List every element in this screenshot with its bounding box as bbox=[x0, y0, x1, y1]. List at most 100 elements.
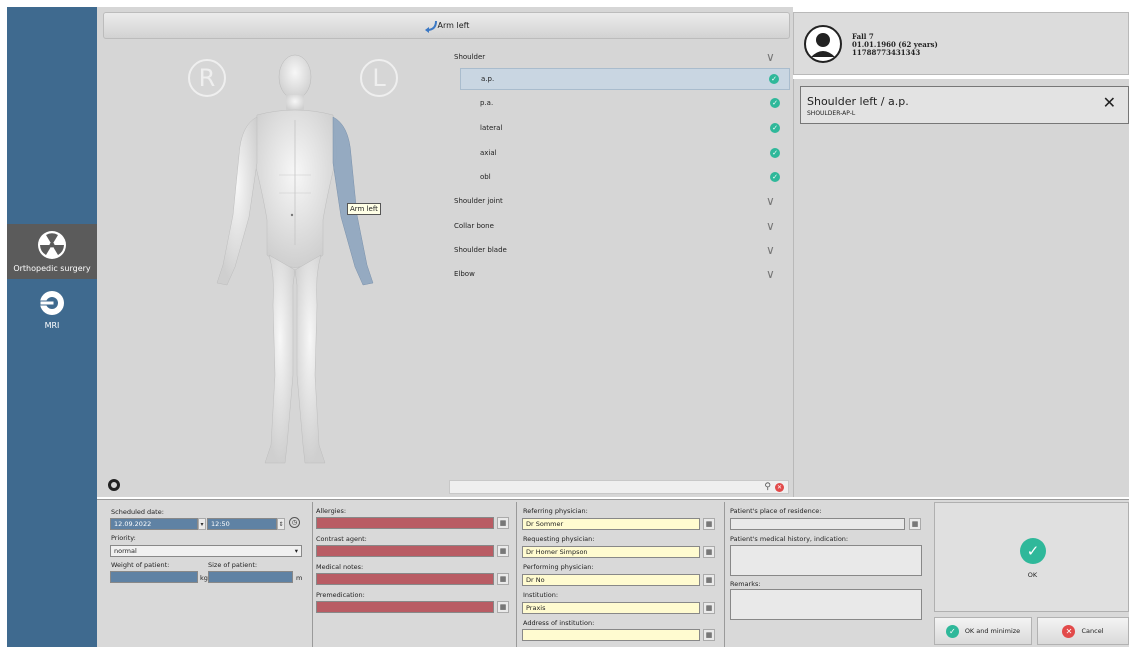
picker-icon[interactable]: ▦ bbox=[497, 601, 509, 613]
chevron-down-icon[interactable]: ∨ bbox=[766, 50, 780, 64]
exam-title: Shoulder left / a.p. bbox=[807, 95, 909, 108]
size-label: Size of patient: bbox=[208, 561, 258, 569]
picker-icon[interactable]: ▦ bbox=[703, 574, 715, 586]
list-item[interactable]: a.p. ✓ bbox=[460, 68, 790, 90]
requesting-physician-label: Requesting physician: bbox=[523, 535, 595, 543]
scheduled-date-label: Scheduled date: bbox=[111, 508, 164, 516]
return-arrow-icon bbox=[424, 20, 437, 33]
premedication-field[interactable] bbox=[316, 601, 494, 613]
referring-physician-label: Referring physician: bbox=[523, 507, 588, 515]
list-item[interactable]: Shoulder ∨ bbox=[447, 46, 790, 68]
weight-unit: kg bbox=[200, 574, 208, 582]
list-item-label: Elbow bbox=[454, 270, 475, 278]
remarks-field[interactable] bbox=[730, 589, 922, 620]
picker-icon[interactable]: ▦ bbox=[703, 546, 715, 558]
divider bbox=[516, 502, 517, 647]
body-figure[interactable] bbox=[195, 45, 395, 475]
referring-physician-field[interactable]: Dr Sommer bbox=[522, 518, 700, 530]
weight-field[interactable] bbox=[110, 571, 198, 583]
list-item[interactable]: Shoulder joint ∨ bbox=[447, 190, 790, 212]
sidebar: Orthopedic surgery MRI bbox=[7, 7, 97, 647]
list-item-label: axial bbox=[480, 149, 497, 157]
performing-physician-field[interactable]: Dr No bbox=[522, 574, 700, 586]
patient-card: Fall 7 01.01.1960 (62 years) 11788773431… bbox=[793, 12, 1129, 75]
allergies-label: Allergies: bbox=[316, 507, 347, 515]
picker-icon[interactable]: ▦ bbox=[703, 602, 715, 614]
clock-icon[interactable]: ◷ bbox=[289, 517, 300, 528]
scheduled-time-field[interactable]: 12:50 bbox=[207, 518, 277, 530]
medical-notes-field[interactable] bbox=[316, 573, 494, 585]
chevron-down-icon[interactable]: ∨ bbox=[766, 194, 780, 208]
scheduled-date-field[interactable]: 12.09.2022 bbox=[110, 518, 198, 530]
list-item-label: Shoulder blade bbox=[454, 246, 507, 254]
region-header-title: Arm left bbox=[437, 21, 470, 30]
divider bbox=[724, 502, 725, 647]
exam-card[interactable]: Shoulder left / a.p. SHOULDER-AP-L ✕ bbox=[800, 86, 1129, 124]
institution-address-field[interactable] bbox=[522, 629, 700, 641]
contrast-agent-label: Contrast agent: bbox=[316, 535, 367, 543]
medical-history-field[interactable] bbox=[730, 545, 922, 576]
size-field[interactable] bbox=[208, 571, 293, 583]
cancel-label: Cancel bbox=[1081, 627, 1104, 635]
check-icon: ✓ bbox=[769, 74, 779, 84]
sidebar-item-orthopedic-surgery[interactable]: Orthopedic surgery bbox=[7, 224, 97, 279]
residence-field[interactable] bbox=[730, 518, 905, 530]
exam-code: SHOULDER-AP-L bbox=[807, 110, 856, 117]
cancel-icon: ✕ bbox=[1062, 624, 1076, 638]
list-item[interactable]: Elbow ∨ bbox=[447, 263, 790, 285]
list-item[interactable]: lateral ✓ bbox=[460, 117, 790, 139]
picker-icon[interactable]: ▦ bbox=[497, 517, 509, 529]
close-icon[interactable]: ✕ bbox=[1103, 95, 1116, 111]
list-item-label: p.a. bbox=[480, 99, 494, 107]
sidebar-item-label: MRI bbox=[44, 321, 60, 330]
record-icon[interactable] bbox=[108, 479, 120, 491]
cancel-button[interactable]: ✕ Cancel bbox=[1037, 617, 1129, 645]
chevron-down-icon[interactable]: ∨ bbox=[766, 219, 780, 233]
patient-id: 11788773431343 bbox=[852, 48, 921, 57]
mri-scanner-icon bbox=[39, 291, 64, 315]
check-icon: ✓ bbox=[770, 98, 780, 108]
list-item[interactable]: obl ✓ bbox=[460, 166, 790, 188]
time-stepper-icon[interactable]: ⇕ bbox=[277, 518, 285, 530]
region-header-button[interactable]: Arm left bbox=[103, 12, 790, 39]
priority-value: normal bbox=[114, 547, 137, 555]
check-icon: ✓ bbox=[1020, 538, 1046, 564]
ok-and-minimize-button[interactable]: ✓ OK and minimize bbox=[934, 617, 1032, 645]
remarks-label: Remarks: bbox=[730, 580, 761, 588]
picker-icon[interactable]: ▦ bbox=[497, 545, 509, 557]
clear-search-icon[interactable]: ✕ bbox=[775, 482, 784, 492]
check-icon: ✓ bbox=[770, 123, 780, 133]
exam-panel bbox=[793, 79, 1129, 497]
contrast-agent-field[interactable] bbox=[316, 545, 494, 557]
check-icon: ✓ bbox=[945, 624, 959, 638]
chevron-down-icon[interactable]: ∨ bbox=[766, 267, 780, 281]
picker-icon[interactable]: ▦ bbox=[909, 518, 921, 530]
list-item[interactable]: Shoulder blade ∨ bbox=[447, 239, 790, 261]
medical-history-label: Patient's medical history, indication: bbox=[730, 535, 849, 543]
institution-field[interactable]: Praxis bbox=[522, 602, 700, 614]
check-icon: ✓ bbox=[770, 148, 780, 158]
picker-icon[interactable]: ▦ bbox=[703, 629, 715, 641]
picker-icon[interactable]: ▦ bbox=[703, 518, 715, 530]
list-item[interactable]: p.a. ✓ bbox=[460, 92, 790, 114]
list-item[interactable]: axial ✓ bbox=[460, 142, 790, 164]
ok-button[interactable]: ✓ OK bbox=[934, 502, 1129, 612]
chevron-down-icon[interactable]: ▾ bbox=[198, 518, 206, 530]
priority-select[interactable]: normal ▾ bbox=[110, 545, 302, 557]
requesting-physician-field[interactable]: Dr Homer Simpson bbox=[522, 546, 700, 558]
list-item[interactable]: Collar bone ∨ bbox=[447, 215, 790, 237]
sidebar-item-mri[interactable]: MRI bbox=[7, 282, 97, 337]
list-item-label: Shoulder bbox=[454, 53, 486, 61]
size-unit: m bbox=[296, 574, 303, 582]
left-arm-highlight bbox=[332, 116, 374, 286]
patient-avatar-icon bbox=[804, 25, 842, 63]
list-item-label: a.p. bbox=[481, 75, 495, 83]
allergies-field[interactable] bbox=[316, 517, 494, 529]
priority-label: Priority: bbox=[111, 534, 136, 542]
chevron-down-icon[interactable]: ∨ bbox=[766, 243, 780, 257]
search-icon[interactable]: ⚲ bbox=[764, 482, 771, 492]
performing-physician-label: Performing physician: bbox=[523, 563, 594, 571]
picker-icon[interactable]: ▦ bbox=[497, 573, 509, 585]
check-icon: ✓ bbox=[770, 172, 780, 182]
list-search-bar[interactable]: ⚲ ✕ bbox=[449, 480, 789, 494]
